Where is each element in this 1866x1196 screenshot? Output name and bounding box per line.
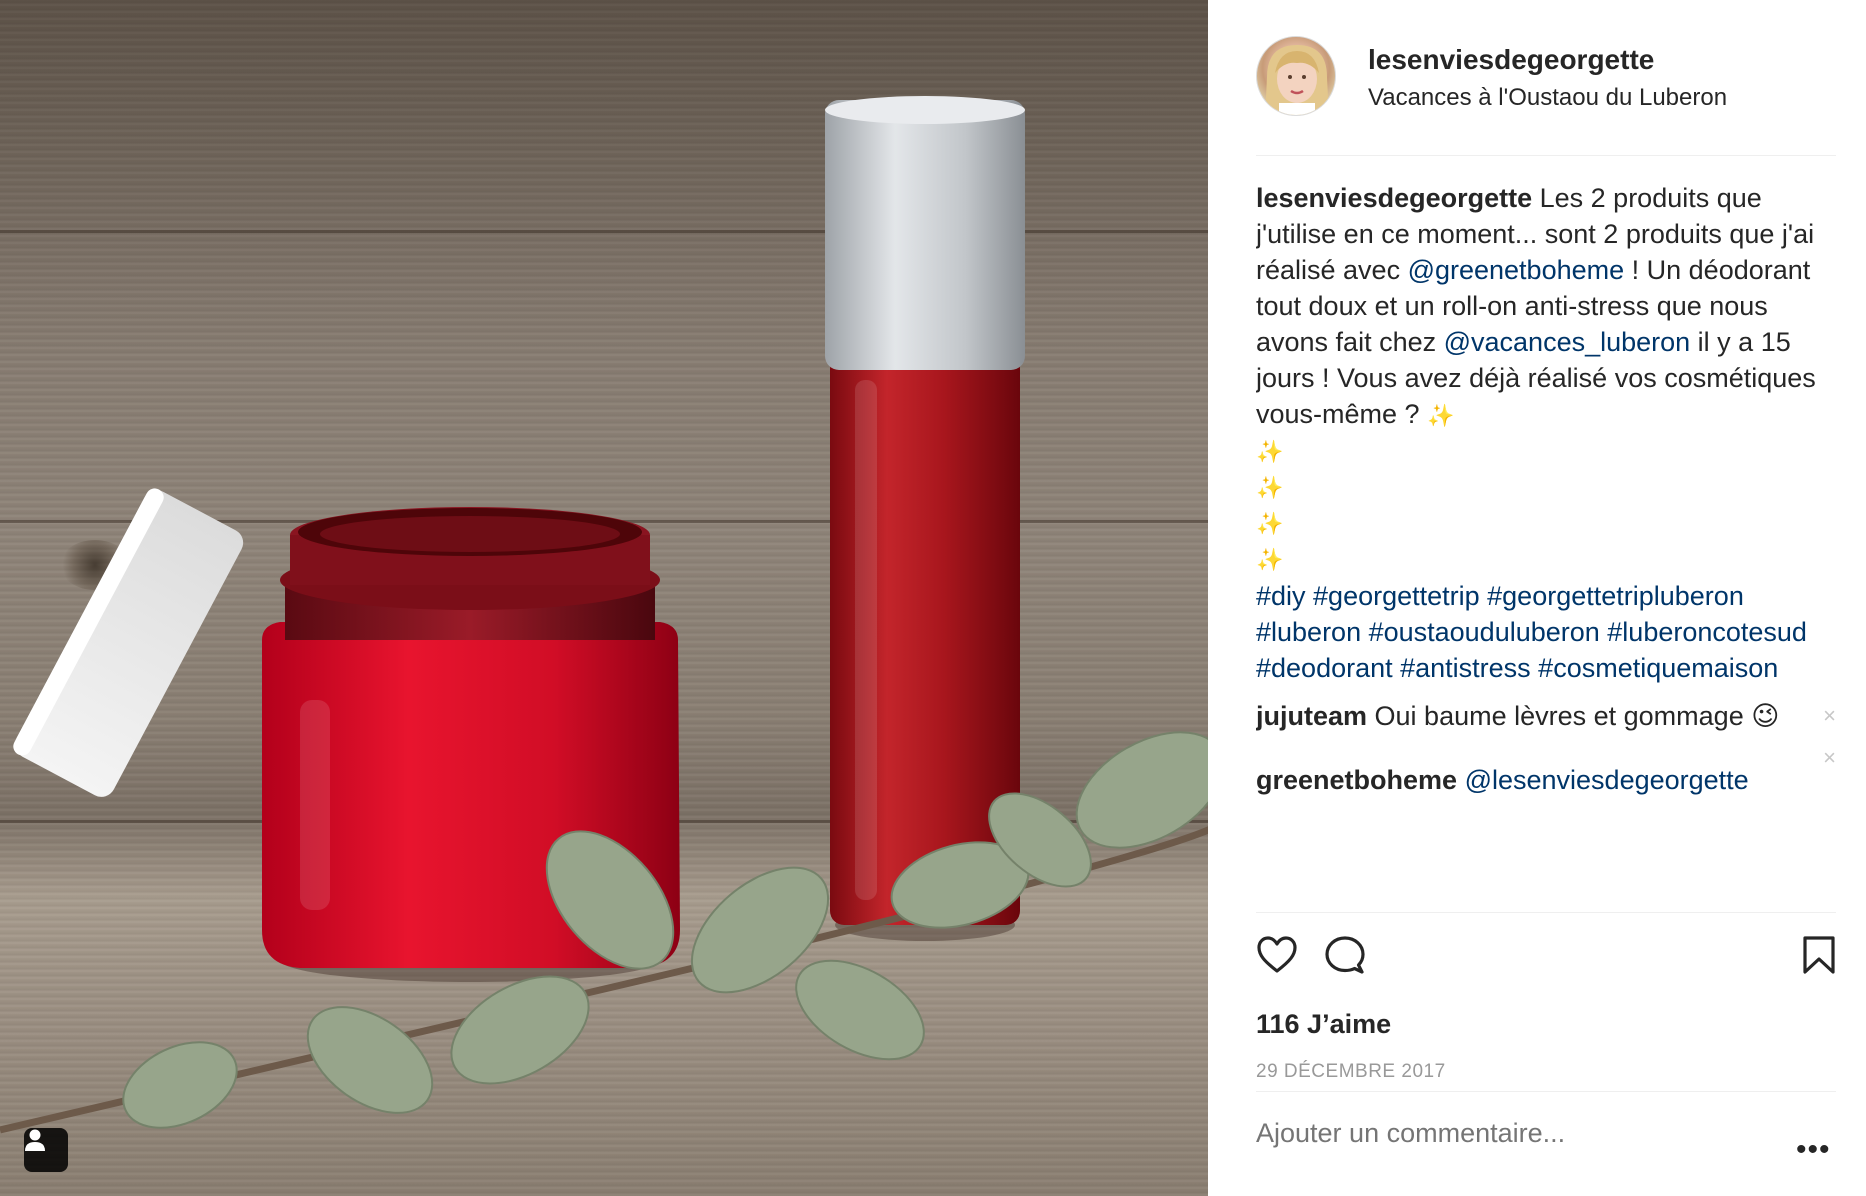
post-sidebar: lesenviesdegeorgette Vacances à l'Oustao… (1208, 0, 1866, 1196)
user-tag-button[interactable] (24, 1128, 68, 1172)
comment-item: greenetboheme @lesenviesdegeorgette × (1256, 745, 1836, 798)
sparkles-icon: ✨ (1427, 403, 1455, 428)
avatar-portrait (1265, 45, 1329, 115)
product-illustration (0, 96, 1208, 1134)
likes-count[interactable]: 116 J’aime (1256, 1009, 1391, 1040)
avatar[interactable] (1256, 36, 1336, 116)
save-button[interactable] (1802, 935, 1836, 980)
sparkles-icon: ✨ (1256, 547, 1284, 572)
comment-item: jujuteam Oui baume lèvres et gommage 😉 × (1256, 698, 1836, 734)
comment-icon (1325, 936, 1365, 974)
caption-author[interactable]: lesenviesdegeorgette (1256, 183, 1532, 213)
post-date[interactable]: 29 DÉCEMBRE 2017 (1256, 1061, 1446, 1083)
sparkles-icon: ✨ (1256, 511, 1284, 536)
sparkles-icon: ✨ (1256, 439, 1284, 464)
post-caption: lesenviesdegeorgette Les 2 produits que … (1256, 180, 1836, 686)
post-location[interactable]: Vacances à l'Oustaou du Luberon (1368, 84, 1727, 112)
user-icon (25, 1129, 45, 1151)
comment-text: Oui baume lèvres et gommage (1367, 701, 1752, 731)
bookmark-icon (1803, 936, 1835, 974)
caption-hashtags[interactable]: #diy #georgettetrip #georgettetriplubero… (1256, 578, 1836, 686)
comment-mention[interactable]: @lesenviesdegeorgette (1465, 765, 1749, 795)
comment-text (1457, 765, 1465, 795)
delete-comment-button[interactable]: × (1823, 698, 1836, 734)
sparkles-icon: ✨ (1256, 475, 1284, 500)
post-header: lesenviesdegeorgette Vacances à l'Oustao… (1256, 36, 1836, 156)
comment-button[interactable] (1324, 935, 1366, 980)
delete-comment-button[interactable]: × (1823, 740, 1836, 776)
heart-icon (1257, 936, 1297, 973)
caption-mention-greenetboheme[interactable]: @greenetboheme (1408, 255, 1625, 285)
comment-author[interactable]: greenetboheme (1256, 765, 1457, 795)
caption-mention-vacances-luberon[interactable]: @vacances_luberon (1444, 327, 1691, 357)
add-comment-input[interactable] (1256, 1118, 1776, 1149)
comment-author[interactable]: jujuteam (1256, 701, 1367, 731)
more-options-button[interactable]: ••• (1796, 1133, 1831, 1167)
comments-list[interactable]: lesenviesdegeorgette Les 2 produits que … (1256, 180, 1836, 910)
wink-emoji-icon: 😉 (1751, 701, 1780, 731)
post-author-username[interactable]: lesenviesdegeorgette (1368, 44, 1654, 76)
jar-lid (13, 488, 244, 797)
divider (1256, 1091, 1836, 1092)
post-photo[interactable] (0, 0, 1208, 1196)
like-button[interactable] (1256, 935, 1298, 980)
post-actions: 116 J’aime 29 DÉCEMBRE 2017 (1256, 912, 1836, 1196)
